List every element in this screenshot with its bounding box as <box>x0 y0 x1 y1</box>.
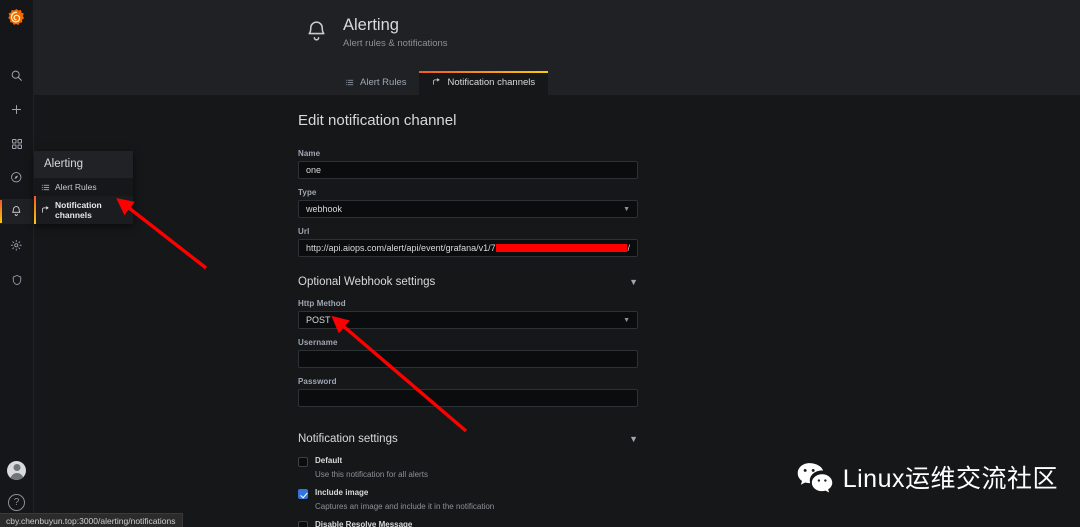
plus-icon <box>11 104 22 115</box>
page-subtitle: Alert rules & notifications <box>343 37 448 49</box>
url-visible-suffix: / <box>627 243 630 253</box>
share-alt-icon <box>42 205 49 213</box>
compass-icon <box>11 172 22 183</box>
list-icon <box>345 79 354 86</box>
field-username: Username <box>298 338 638 368</box>
gear-icon <box>11 240 22 251</box>
form-title: Edit notification channel <box>298 112 457 129</box>
shield-icon <box>12 274 21 285</box>
alerting-flyout-menu: Alerting Alert Rules Notification channe… <box>34 151 133 224</box>
sidebar-item-configuration[interactable] <box>0 233 34 258</box>
notification-channel-form: Edit notification channel Name one Type … <box>298 112 638 527</box>
include-image-label: Include image <box>315 488 369 497</box>
page-title-group: Alerting Alert rules & notifications <box>304 16 448 49</box>
username-input[interactable] <box>298 350 638 368</box>
section-optional-webhook-settings[interactable]: Optional Webhook settings ▼ <box>298 276 638 288</box>
password-input[interactable] <box>298 389 638 407</box>
checkbox-row-disable-resolve-message[interactable]: Disable Resolve Message <box>298 520 638 527</box>
chevron-down-icon: ▼ <box>623 205 630 213</box>
field-label-name: Name <box>298 149 321 158</box>
flyout-item-label: Notification channels <box>55 200 102 220</box>
disable-resolve-message-checkbox[interactable] <box>298 521 308 527</box>
tab-notification-channels[interactable]: Notification channels <box>419 71 549 95</box>
field-password: Password <box>298 377 638 407</box>
flyout-item-notification-channels[interactable]: Notification channels <box>34 196 133 224</box>
user-avatar[interactable] <box>7 461 26 480</box>
sidebar-item-create[interactable] <box>0 97 34 122</box>
list-icon <box>41 184 50 190</box>
grafana-logo-icon <box>8 8 25 25</box>
search-icon <box>11 70 22 81</box>
url-value: http://api.aiops.com/alert/api/event/gra… <box>306 243 630 253</box>
watermark: Linux运维交流社区 <box>796 459 1058 495</box>
field-url: Url http://api.aiops.com/alert/api/event… <box>298 227 638 257</box>
share-alt-icon <box>433 78 440 85</box>
flyout-item-alert-rules[interactable]: Alert Rules <box>34 178 133 196</box>
tab-label: Alert Rules <box>360 77 407 88</box>
section-title: Notification settings <box>298 433 398 445</box>
field-type: Type webhook ▼ <box>298 188 638 218</box>
flyout-header[interactable]: Alerting <box>34 151 133 178</box>
tab-alert-rules[interactable]: Alert Rules <box>332 71 419 95</box>
browser-status-bar: cby.chenbuyun.top:3000/alerting/notifica… <box>0 513 183 527</box>
help-icon[interactable]: ? <box>8 494 25 511</box>
grafana-app: ? Alerting Alert Rules Notification chan… <box>0 0 1080 527</box>
http-method-select[interactable]: POST ▼ <box>298 311 638 329</box>
field-http-method: Http Method POST ▼ <box>298 299 638 329</box>
include-image-checkbox[interactable] <box>298 489 308 499</box>
field-label-type: Type <box>298 188 317 197</box>
page-title-text-group: Alerting Alert rules & notifications <box>343 16 448 49</box>
side-navigation: ? <box>0 0 34 527</box>
sidebar-item-server-admin[interactable] <box>0 267 34 292</box>
sidebar-item-dashboards[interactable] <box>0 131 34 156</box>
chevron-down-icon[interactable]: ▼ <box>629 277 638 287</box>
bell-icon <box>12 206 21 217</box>
page-title: Alerting <box>343 16 399 34</box>
url-redaction-bar <box>495 244 628 252</box>
checkbox-row-default[interactable]: Default <box>298 456 638 467</box>
type-select-value: webhook <box>306 204 343 214</box>
checkbox-row-include-image[interactable]: Include image <box>298 488 638 499</box>
default-checkbox[interactable] <box>298 457 308 467</box>
http-method-value: POST <box>306 315 331 325</box>
url-visible-prefix: http://api.aiops.com/alert/api/event/gra… <box>306 243 496 253</box>
chevron-down-icon: ▼ <box>623 316 630 324</box>
default-description: Use this notification for all alerts <box>315 470 428 479</box>
section-title: Optional Webhook settings <box>298 276 436 288</box>
url-input[interactable]: http://api.aiops.com/alert/api/event/gra… <box>298 239 638 257</box>
wechat-icon <box>797 463 832 493</box>
sidebar-item-alerting[interactable] <box>0 199 34 224</box>
section-notification-settings[interactable]: Notification settings ▼ <box>298 433 638 445</box>
bell-icon <box>304 19 329 49</box>
sidebar-item-explore[interactable] <box>0 165 34 190</box>
dashboards-icon <box>11 138 22 149</box>
tab-bar: Alert Rules Notification channels <box>332 71 549 95</box>
tab-label: Notification channels <box>447 77 536 88</box>
field-label-username: Username <box>298 338 338 347</box>
field-name: Name one <box>298 149 638 179</box>
grafana-logo[interactable] <box>0 0 34 34</box>
type-select[interactable]: webhook ▼ <box>298 200 638 218</box>
flyout-item-label: Alert Rules <box>55 182 97 192</box>
sidebar-item-search[interactable] <box>0 63 34 88</box>
field-label-http-method: Http Method <box>298 299 346 308</box>
name-input[interactable]: one <box>298 161 638 179</box>
disable-resolve-message-label: Disable Resolve Message <box>315 520 413 527</box>
field-label-password: Password <box>298 377 337 386</box>
default-label: Default <box>315 456 343 465</box>
chevron-down-icon[interactable]: ▼ <box>629 434 638 444</box>
watermark-text: Linux运维交流社区 <box>842 465 1058 493</box>
page-header: Alerting Alert rules & notifications Ale… <box>34 0 1080 95</box>
include-image-description: Captures an image and include it in the … <box>315 502 495 511</box>
field-label-url: Url <box>298 227 310 236</box>
